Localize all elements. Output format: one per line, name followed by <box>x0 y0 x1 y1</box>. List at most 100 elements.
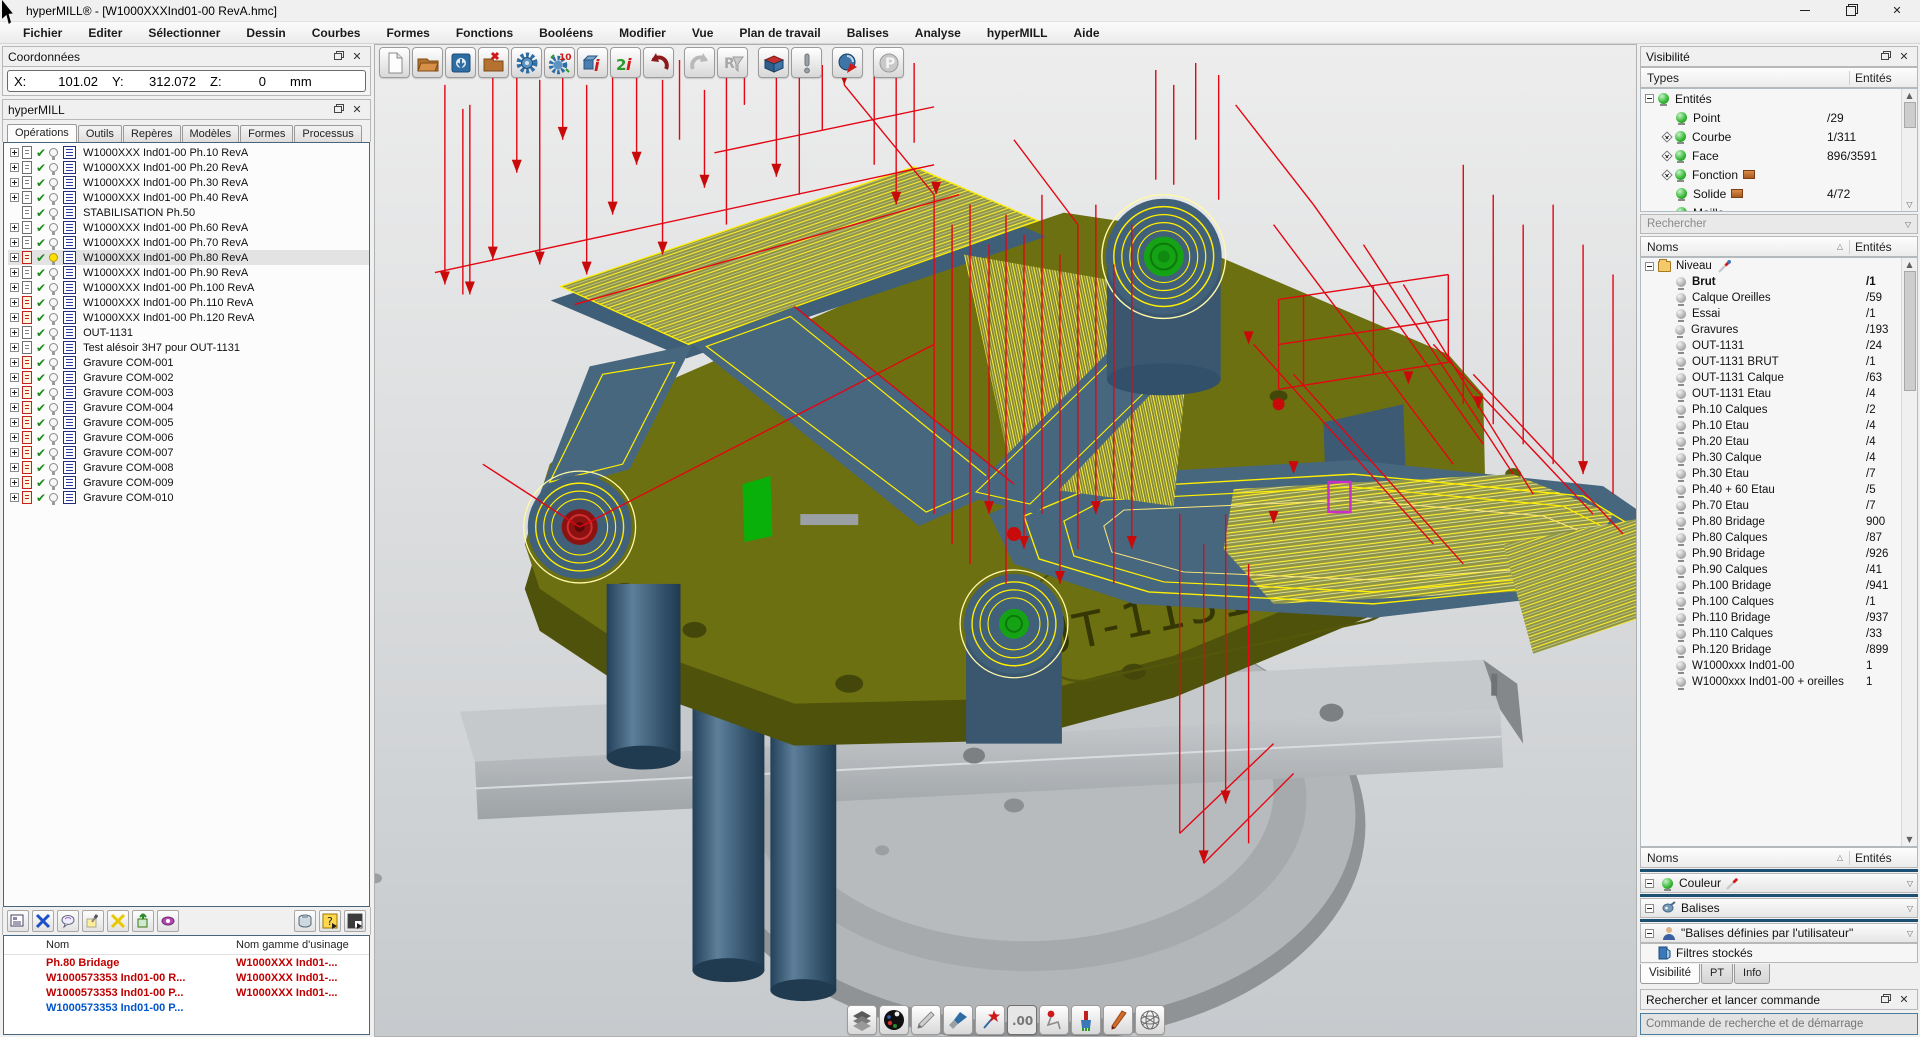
expand-icon[interactable] <box>10 343 19 352</box>
brush-icon[interactable] <box>943 1005 973 1035</box>
minimize-button[interactable] <box>1782 0 1828 22</box>
save-file-icon[interactable] <box>445 47 476 78</box>
menu-item[interactable]: hyperMILL <box>974 26 1061 40</box>
expand-icon[interactable] <box>10 253 19 262</box>
bulb-green-icon[interactable] <box>1675 169 1686 180</box>
bulb-icon[interactable] <box>49 403 58 412</box>
expand-icon[interactable] <box>10 298 19 307</box>
parametric-p-icon[interactable]: P <box>873 47 904 78</box>
redo-icon[interactable] <box>684 47 715 78</box>
visibility-row[interactable]: Solide 4/72 <box>1659 184 1917 203</box>
expand-icon[interactable] <box>1661 150 1672 161</box>
expand-icon[interactable] <box>10 193 19 202</box>
operation-tree-row[interactable]: Test alésoir 3H7 pour OUT-1131 <box>8 340 369 355</box>
layer-row[interactable]: Ph.70 Etau /7 <box>1661 498 1917 514</box>
paintbrush-icon[interactable] <box>1071 1005 1101 1035</box>
operation-tree-row[interactable]: W1000XXX Ind01-00 Ph.100 RevA <box>8 280 369 295</box>
names-root-row[interactable]: Niveau <box>1641 258 1917 274</box>
operation-tree-row[interactable]: W1000XXX Ind01-00 Ph.20 RevA <box>8 160 369 175</box>
layer-row[interactable]: Ph.80 Calques /87 <box>1661 530 1917 546</box>
pencil-icon[interactable] <box>911 1005 941 1035</box>
bulb-icon[interactable] <box>1676 565 1686 575</box>
col-noms[interactable]: Noms <box>1647 240 1678 254</box>
bulb-icon[interactable] <box>49 343 58 352</box>
job-properties-icon[interactable] <box>7 910 29 932</box>
user-tags-filter-bar[interactable]: "Balises définies par l'utilisateur" ▽ <box>1640 923 1918 943</box>
bulb-icon[interactable] <box>1676 517 1686 527</box>
bulb-icon[interactable] <box>49 313 58 322</box>
collapse-icon[interactable] <box>1645 262 1654 271</box>
bulb-green-icon[interactable] <box>1676 188 1687 199</box>
expand-icon[interactable] <box>10 223 19 232</box>
float-panel-icon[interactable] <box>1877 50 1893 64</box>
layer-row[interactable]: Essai /1 <box>1661 306 1917 322</box>
eyedropper-icon[interactable] <box>1718 260 1731 273</box>
expand-icon[interactable] <box>10 148 19 157</box>
expand-icon[interactable] <box>1661 131 1672 142</box>
bulb-icon[interactable] <box>49 358 58 367</box>
operation-tree-row[interactable]: W1000XXX Ind01-00 Ph.120 RevA <box>8 310 369 325</box>
menu-item[interactable]: Dessin <box>233 26 298 40</box>
collapse-icon[interactable] <box>1645 94 1654 103</box>
job-row[interactable]: W1000573353 Ind01-00 P... W1000XXX Ind01… <box>4 985 369 1000</box>
operation-tree-row[interactable]: STABILISATION Ph.50 <box>8 205 369 220</box>
expand-icon[interactable] <box>1661 169 1672 180</box>
operation-tree-row[interactable]: W1000XXX Ind01-00 Ph.10 RevA <box>8 145 369 160</box>
bulb-icon[interactable] <box>1676 597 1686 607</box>
menu-item[interactable]: Editer <box>75 26 135 40</box>
col-entites[interactable]: Entités <box>1849 240 1917 254</box>
float-panel-icon[interactable] <box>1877 993 1893 1007</box>
expand-icon[interactable] <box>10 373 19 382</box>
close-button[interactable] <box>1874 0 1920 22</box>
bulb-icon[interactable] <box>49 148 58 157</box>
search-field[interactable]: Rechercher ▽ <box>1640 214 1918 234</box>
open-file-icon[interactable] <box>412 47 443 78</box>
expand-icon[interactable] <box>10 448 19 457</box>
tab-visibilite[interactable]: Visibilité <box>1640 964 1700 984</box>
expand-icon[interactable] <box>10 238 19 247</box>
bulb-icon[interactable] <box>1676 389 1686 399</box>
menu-item[interactable]: Fonctions <box>443 26 526 40</box>
bulb-icon[interactable] <box>1676 469 1686 479</box>
bulb-icon[interactable] <box>1676 661 1686 671</box>
bulb-icon[interactable] <box>49 268 58 277</box>
collapse-icon[interactable] <box>1645 879 1654 888</box>
bulb-icon[interactable] <box>1676 485 1686 495</box>
decimals-icon[interactable]: .00 <box>1007 1005 1037 1035</box>
menu-item[interactable]: Balises <box>834 26 902 40</box>
star-select-icon[interactable] <box>975 1005 1005 1035</box>
bulb-green-icon[interactable] <box>1676 112 1687 123</box>
bulb-icon[interactable] <box>49 178 58 187</box>
bulb-green-icon[interactable] <box>1658 93 1669 104</box>
operation-tree-row[interactable]: Gravure COM-004 <box>8 400 369 415</box>
expand-icon[interactable] <box>10 418 19 427</box>
operation-tree-row[interactable]: Gravure COM-006 <box>8 430 369 445</box>
layer-row[interactable]: Ph.110 Calques /33 <box>1661 626 1917 642</box>
operation-tree-row[interactable]: W1000XXX Ind01-00 Ph.110 RevA <box>8 295 369 310</box>
scene-3d[interactable]: OUT-1131 <box>375 45 1636 1036</box>
hypermill-tab[interactable]: Opérations <box>7 124 77 143</box>
bulb-icon[interactable] <box>49 208 58 217</box>
chevron-down-icon[interactable]: ▽ <box>1907 879 1913 888</box>
job-row[interactable]: W1000573353 Ind01-00 P... <box>4 1000 369 1015</box>
bulb-icon[interactable] <box>49 433 58 442</box>
operation-tree-row[interactable]: Gravure COM-010 <box>8 490 369 505</box>
bulb-icon[interactable] <box>49 253 58 262</box>
update-sphere-icon[interactable] <box>832 47 863 78</box>
info-2i-icon[interactable]: 2i <box>610 47 641 78</box>
jobs-table[interactable]: Nom Nom gamme d'usinage Ph.80 Bridage W1… <box>3 935 370 1035</box>
bulb-icon[interactable] <box>49 298 58 307</box>
expand-icon[interactable] <box>10 493 19 502</box>
col-types[interactable]: Types <box>1641 71 1849 85</box>
bulb-icon[interactable] <box>49 163 58 172</box>
operation-tree-row[interactable]: W1000XXX Ind01-00 Ph.40 RevA <box>8 190 369 205</box>
bulb-icon[interactable] <box>49 328 58 337</box>
undo-icon[interactable] <box>643 47 674 78</box>
layer-row[interactable]: Ph.10 Etau /4 <box>1661 418 1917 434</box>
coordinate-readout[interactable]: X: 101.02 Y: 312.072 Z: 0 mm <box>7 70 366 92</box>
comment-icon[interactable] <box>57 910 79 932</box>
job-row[interactable]: W1000573353 Ind01-00 R... W1000XXX Ind01… <box>4 970 369 985</box>
tab-pt[interactable]: PT <box>1701 964 1733 984</box>
bulb-icon[interactable] <box>1676 293 1686 303</box>
layers-view-icon[interactable] <box>847 1005 877 1035</box>
